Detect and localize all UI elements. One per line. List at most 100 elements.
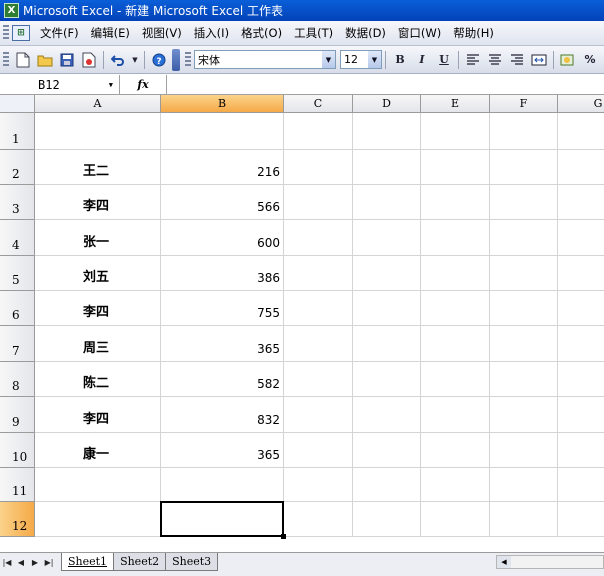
cell-a11[interactable]	[35, 468, 161, 502]
row-header-8[interactable]: 8	[0, 362, 35, 397]
column-header-c[interactable]: C	[284, 95, 353, 113]
cell-d3[interactable]	[353, 185, 421, 220]
cell-c4[interactable]	[284, 220, 353, 256]
menu-tools[interactable]: 工具(T)	[288, 25, 339, 41]
cell-e10[interactable]	[421, 433, 490, 468]
cell-a9[interactable]: 李四	[35, 397, 161, 433]
new-document-icon[interactable]	[13, 50, 33, 70]
horizontal-scrollbar[interactable]: ◀	[496, 555, 604, 569]
cell-f6[interactable]	[490, 291, 558, 326]
row-header-3[interactable]: 3	[0, 185, 35, 220]
row-header-9[interactable]: 9	[0, 397, 35, 433]
format-toolbar-grip-handle[interactable]	[185, 51, 191, 68]
cell-d9[interactable]	[353, 397, 421, 433]
cell-e8[interactable]	[421, 362, 490, 397]
cell-a7[interactable]: 周三	[35, 326, 161, 362]
scroll-left-icon[interactable]: ◀	[497, 556, 511, 568]
cell-c12[interactable]	[284, 502, 353, 537]
cell-g7[interactable]	[558, 326, 604, 362]
cell-g9[interactable]	[558, 397, 604, 433]
cell-f12[interactable]	[490, 502, 558, 537]
column-header-g[interactable]: G	[558, 95, 604, 113]
menu-edit[interactable]: 编辑(E)	[85, 25, 136, 41]
cell-a2[interactable]: 王二	[35, 150, 161, 185]
menu-window[interactable]: 窗口(W)	[392, 25, 447, 41]
cell-b7[interactable]: 365	[161, 326, 284, 362]
chevron-down-icon[interactable]: ▼	[322, 51, 335, 68]
align-right-icon[interactable]	[507, 50, 527, 70]
row-header-11[interactable]: 11	[0, 468, 35, 502]
cell-g6[interactable]	[558, 291, 604, 326]
cell-f11[interactable]	[490, 468, 558, 502]
cell-b2[interactable]: 216	[161, 150, 284, 185]
cell-a1[interactable]	[35, 113, 161, 150]
column-header-e[interactable]: E	[421, 95, 490, 113]
name-box[interactable]: B12 ▼	[0, 75, 120, 94]
cell-f7[interactable]	[490, 326, 558, 362]
chevron-down-icon[interactable]: ▼	[368, 51, 381, 68]
cell-c8[interactable]	[284, 362, 353, 397]
row-header-7[interactable]: 7	[0, 326, 35, 362]
cell-b1[interactable]	[161, 113, 284, 150]
cell-c5[interactable]	[284, 256, 353, 291]
cell-g10[interactable]	[558, 433, 604, 468]
cell-b8[interactable]: 582	[161, 362, 284, 397]
row-header-4[interactable]: 4	[0, 220, 35, 256]
cell-b9[interactable]: 832	[161, 397, 284, 433]
cell-f8[interactable]	[490, 362, 558, 397]
menu-grip-handle[interactable]	[3, 25, 9, 41]
next-sheet-icon[interactable]: ▶	[28, 553, 42, 571]
fill-handle[interactable]	[281, 534, 286, 539]
menu-help[interactable]: 帮助(H)	[447, 25, 500, 41]
row-header-12[interactable]: 12	[0, 502, 35, 537]
undo-icon[interactable]	[108, 50, 128, 70]
excel-icon[interactable]: X	[4, 3, 19, 18]
formula-input[interactable]	[166, 75, 604, 94]
cell-a5[interactable]: 刘五	[35, 256, 161, 291]
cell-c6[interactable]	[284, 291, 353, 326]
cell-f3[interactable]	[490, 185, 558, 220]
save-icon[interactable]	[57, 50, 77, 70]
align-center-icon[interactable]	[485, 50, 505, 70]
cell-d7[interactable]	[353, 326, 421, 362]
cell-g5[interactable]	[558, 256, 604, 291]
first-sheet-icon[interactable]: |◀	[0, 553, 14, 571]
help-icon[interactable]: ?	[149, 50, 169, 70]
cell-e11[interactable]	[421, 468, 490, 502]
cell-e3[interactable]	[421, 185, 490, 220]
select-all-corner[interactable]	[0, 95, 35, 113]
row-header-6[interactable]: 6	[0, 291, 35, 326]
cell-c3[interactable]	[284, 185, 353, 220]
currency-icon[interactable]	[558, 50, 578, 70]
cell-e2[interactable]	[421, 150, 490, 185]
undo-dropdown-icon[interactable]: ▼	[130, 50, 140, 70]
cell-a12[interactable]	[35, 502, 161, 537]
percent-button[interactable]: %	[580, 50, 600, 70]
cell-d5[interactable]	[353, 256, 421, 291]
cell-e4[interactable]	[421, 220, 490, 256]
cell-g2[interactable]	[558, 150, 604, 185]
cell-f2[interactable]	[490, 150, 558, 185]
cell-e12[interactable]	[421, 502, 490, 537]
toolbar-overflow-icon[interactable]	[172, 48, 180, 71]
permission-icon[interactable]	[79, 50, 99, 70]
chevron-down-icon[interactable]: ▼	[109, 81, 113, 89]
cell-e1[interactable]	[421, 113, 490, 150]
align-left-icon[interactable]	[463, 50, 483, 70]
cell-e6[interactable]	[421, 291, 490, 326]
cell-e7[interactable]	[421, 326, 490, 362]
italic-button[interactable]: I	[412, 50, 432, 70]
insert-function-button[interactable]: fx	[120, 78, 166, 91]
cell-d8[interactable]	[353, 362, 421, 397]
column-header-b[interactable]: B	[161, 95, 284, 113]
row-header-2[interactable]: 2	[0, 150, 35, 185]
row-header-10[interactable]: 10	[0, 433, 35, 468]
cell-d11[interactable]	[353, 468, 421, 502]
cell-d12[interactable]	[353, 502, 421, 537]
prev-sheet-icon[interactable]: ◀	[14, 553, 28, 571]
column-header-a[interactable]: A	[35, 95, 161, 113]
cell-f1[interactable]	[490, 113, 558, 150]
bold-button[interactable]: B	[390, 50, 410, 70]
cell-c7[interactable]	[284, 326, 353, 362]
column-header-f[interactable]: F	[490, 95, 558, 113]
